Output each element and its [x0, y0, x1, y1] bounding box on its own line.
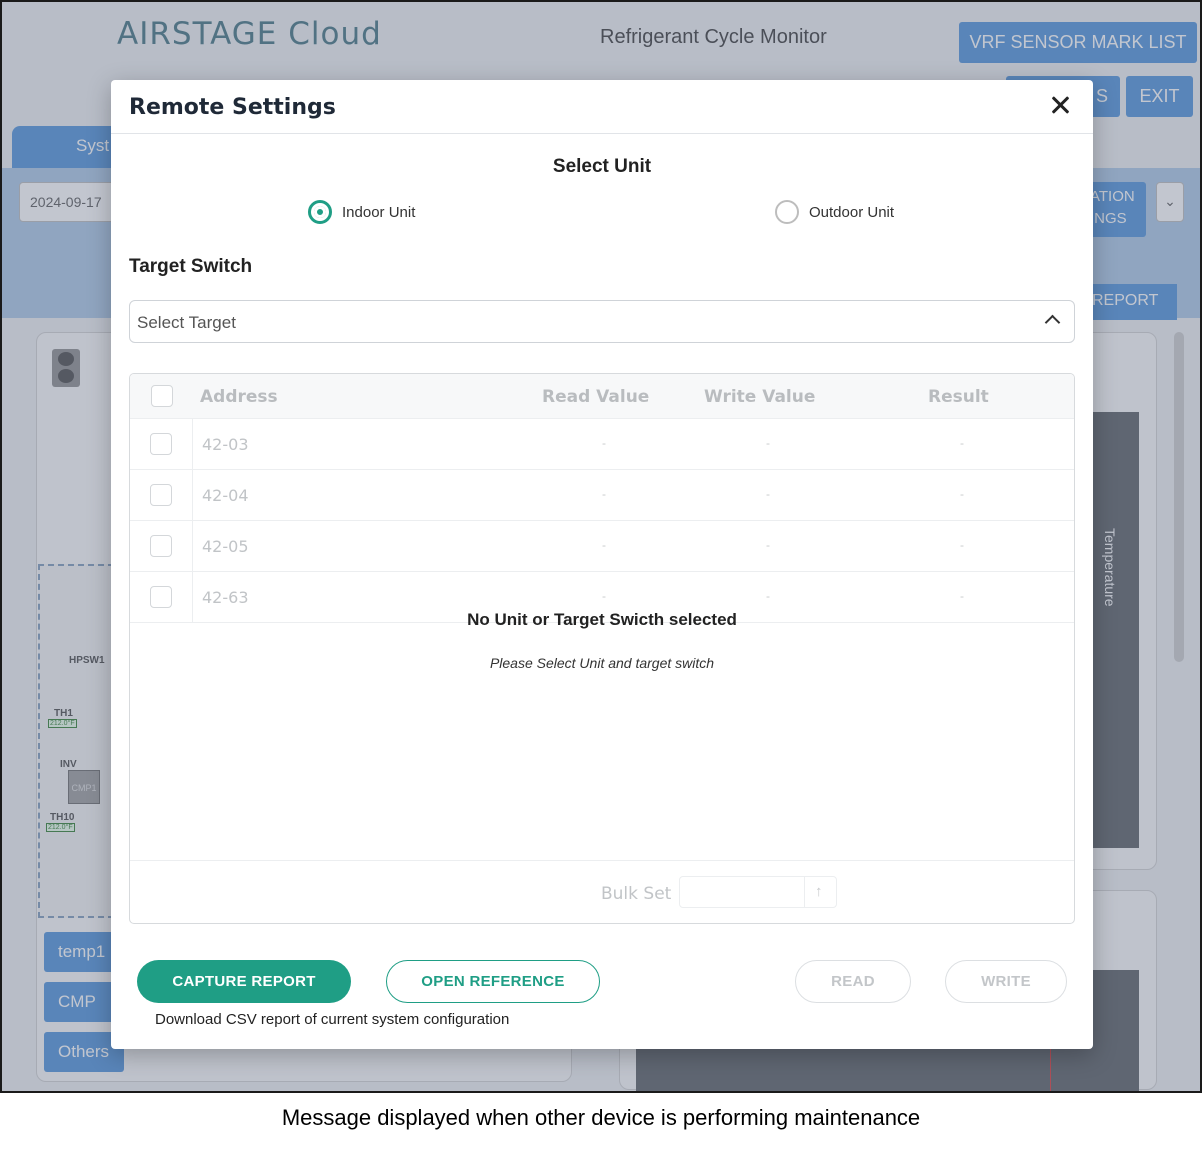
target-select-placeholder: Select Target — [137, 313, 236, 332]
modal-divider — [111, 133, 1093, 134]
read-cell: - — [602, 436, 606, 450]
arrow-up-icon[interactable]: ↑ — [815, 883, 823, 900]
result-cell: - — [960, 487, 964, 501]
target-switch-title: Target Switch — [129, 256, 253, 277]
result-cell: - — [960, 436, 964, 450]
address-cell: 42-03 — [202, 435, 249, 454]
cell-separator — [192, 521, 193, 572]
radio-selected-icon — [308, 200, 332, 224]
table-header: Address Read Value Write Value Result — [130, 374, 1074, 419]
row-checkbox[interactable] — [150, 484, 172, 506]
address-cell: 42-63 — [202, 588, 249, 607]
target-select[interactable]: Select Target — [129, 300, 1075, 343]
outdoor-unit-radio[interactable]: Outdoor Unit — [775, 200, 894, 224]
cell-separator — [192, 419, 193, 470]
capture-report-hint: Download CSV report of current system co… — [155, 1011, 510, 1028]
table-row[interactable]: 42-03 - - - — [130, 419, 1074, 470]
modal-title: Remote Settings — [129, 95, 336, 120]
empty-state-subtitle: Please Select Unit and target switch — [489, 655, 715, 671]
write-cell: - — [766, 436, 770, 450]
result-cell: - — [960, 538, 964, 552]
bulk-set-label: Bulk Set — [601, 884, 672, 904]
indoor-unit-label: Indoor Unit — [342, 203, 416, 221]
bulk-set-input[interactable]: ↑ — [679, 876, 837, 908]
chevron-up-icon — [1044, 314, 1061, 331]
row-checkbox[interactable] — [150, 586, 172, 608]
write-button[interactable]: WRITE — [945, 960, 1067, 1003]
row-checkbox[interactable] — [150, 535, 172, 557]
switch-table: Address Read Value Write Value Result 42… — [129, 373, 1075, 924]
table-row[interactable]: 42-05 - - - — [130, 521, 1074, 572]
close-icon[interactable] — [1047, 92, 1073, 118]
read-cell: - — [602, 538, 606, 552]
column-write-value: Write Value — [704, 387, 816, 407]
figure-caption: Message displayed when other device is p… — [281, 1105, 921, 1130]
select-all-checkbox[interactable] — [151, 385, 173, 407]
read-cell: - — [602, 589, 606, 603]
read-button[interactable]: READ — [795, 960, 911, 1003]
read-cell: - — [602, 487, 606, 501]
write-cell: - — [766, 487, 770, 501]
remote-settings-modal: Remote Settings Select Unit Indoor Unit … — [111, 80, 1093, 1049]
column-read-value: Read Value — [542, 387, 650, 407]
empty-state-title: No Unit or Target Swicth selected — [467, 610, 737, 629]
write-cell: - — [766, 538, 770, 552]
column-result: Result — [928, 387, 989, 407]
row-checkbox[interactable] — [150, 433, 172, 455]
column-address: Address — [200, 387, 278, 407]
indoor-unit-radio[interactable]: Indoor Unit — [308, 200, 415, 224]
result-cell: - — [960, 589, 964, 603]
capture-report-button[interactable]: CAPTURE REPORT — [137, 960, 351, 1003]
address-cell: 42-04 — [202, 486, 249, 505]
table-row[interactable]: 42-04 - - - — [130, 470, 1074, 521]
cell-separator — [192, 470, 193, 521]
outdoor-unit-label: Outdoor Unit — [809, 203, 895, 221]
bulk-divider — [130, 860, 1074, 861]
open-reference-button[interactable]: OPEN REFERENCE — [386, 960, 600, 1003]
write-cell: - — [766, 589, 770, 603]
select-unit-title: Select Unit — [552, 156, 652, 177]
address-cell: 42-05 — [202, 537, 249, 556]
screenshot-frame: AIRSTAGE Cloud Refrigerant Cycle Monitor… — [0, 0, 1202, 1093]
bulk-input-divider — [804, 877, 805, 907]
radio-unselected-icon — [775, 200, 799, 224]
